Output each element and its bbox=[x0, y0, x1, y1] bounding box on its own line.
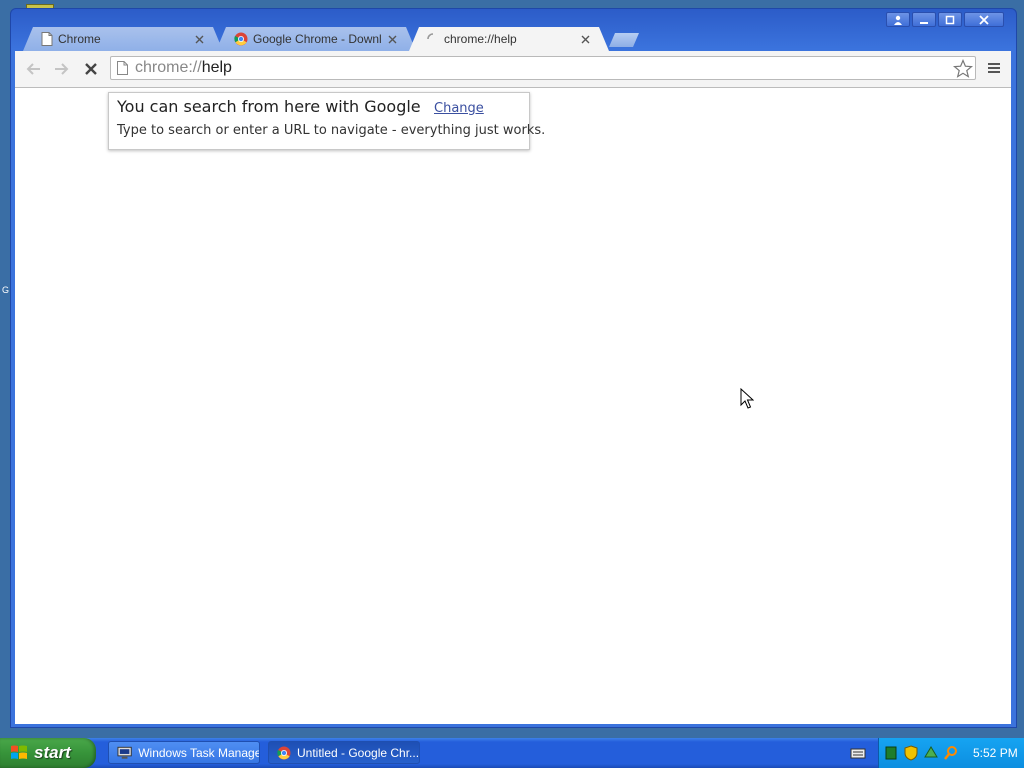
stop-x-icon bbox=[85, 63, 97, 75]
tab-close-icon[interactable] bbox=[386, 33, 398, 45]
change-search-link[interactable]: Change bbox=[434, 101, 484, 116]
windows-logo-icon bbox=[11, 745, 27, 759]
tab-close-icon[interactable] bbox=[579, 33, 591, 45]
restore-icon bbox=[945, 15, 955, 24]
search-icon[interactable] bbox=[943, 745, 959, 761]
omnibox-url[interactable]: chrome://help bbox=[135, 59, 232, 77]
tab-close-icon[interactable] bbox=[193, 33, 205, 45]
tab-title: Chrome bbox=[58, 32, 101, 46]
browser-toolbar: chrome://help bbox=[15, 51, 1011, 88]
page-icon bbox=[41, 32, 53, 46]
start-label: start bbox=[34, 743, 71, 762]
bookmark-star-icon[interactable] bbox=[953, 59, 973, 79]
tab-title: chrome://help bbox=[444, 32, 517, 46]
hamburger-menu-icon bbox=[988, 63, 1000, 73]
chrome-menu-button[interactable] bbox=[987, 60, 1005, 78]
task-manager-icon bbox=[117, 746, 132, 759]
mouse-cursor-icon bbox=[740, 388, 754, 409]
back-button[interactable] bbox=[23, 60, 43, 78]
profile-button[interactable] bbox=[886, 12, 910, 27]
task-label: Windows Task Manager bbox=[138, 745, 259, 760]
task-label: Untitled - Google Chr... bbox=[297, 745, 419, 760]
update-icon[interactable] bbox=[923, 745, 939, 761]
tab-chrome-download[interactable]: Google Chrome - Download t bbox=[216, 27, 416, 51]
tab-title: Google Chrome - Download t bbox=[253, 32, 381, 46]
tab-chrome-help[interactable]: chrome://help bbox=[409, 27, 609, 51]
url-host: help bbox=[201, 59, 232, 76]
bubble-title: You can search from here with Google bbox=[117, 97, 421, 116]
stop-button[interactable] bbox=[81, 60, 101, 78]
keyboard-icon[interactable] bbox=[850, 746, 866, 760]
taskbar-item-task-manager[interactable]: Windows Task Manager bbox=[108, 741, 260, 764]
window-controls bbox=[886, 12, 1004, 27]
taskbar-item-chrome[interactable]: Untitled - Google Chr... bbox=[268, 741, 420, 764]
close-window-button[interactable] bbox=[964, 12, 1004, 27]
minimize-button[interactable] bbox=[912, 12, 936, 27]
loading-spinner-icon bbox=[427, 33, 434, 40]
page-content[interactable]: You can search from here with Google Cha… bbox=[15, 88, 1011, 724]
desktop-edge-label: G bbox=[2, 285, 10, 295]
forward-button[interactable] bbox=[52, 60, 72, 78]
minimize-icon bbox=[920, 21, 928, 24]
network-icon[interactable] bbox=[883, 745, 899, 761]
person-icon bbox=[894, 15, 902, 25]
tab-chrome[interactable]: Chrome bbox=[23, 27, 223, 51]
chrome-icon bbox=[277, 746, 291, 759]
page-icon bbox=[117, 61, 128, 75]
chrome-window: Chrome Google Chrome - Download t chrome… bbox=[10, 8, 1017, 728]
chrome-icon bbox=[234, 32, 248, 46]
close-icon bbox=[979, 14, 989, 25]
maximize-button[interactable] bbox=[938, 12, 962, 27]
back-arrow-icon bbox=[26, 63, 40, 75]
start-button[interactable]: start bbox=[0, 738, 96, 768]
forward-arrow-icon bbox=[55, 63, 69, 75]
url-scheme: chrome:// bbox=[135, 59, 202, 76]
system-tray: 5:52 PM bbox=[878, 738, 1024, 768]
omnibox[interactable]: chrome://help bbox=[110, 56, 976, 80]
security-shield-icon[interactable] bbox=[903, 745, 919, 761]
taskbar: start Windows Task Manager Untitled - Go… bbox=[0, 738, 1024, 768]
bubble-description: Type to search or enter a URL to navigat… bbox=[117, 123, 546, 138]
new-tab-button[interactable] bbox=[609, 33, 639, 47]
clock: 5:52 PM bbox=[973, 746, 1018, 760]
search-info-bubble: You can search from here with Google Cha… bbox=[108, 92, 545, 150]
